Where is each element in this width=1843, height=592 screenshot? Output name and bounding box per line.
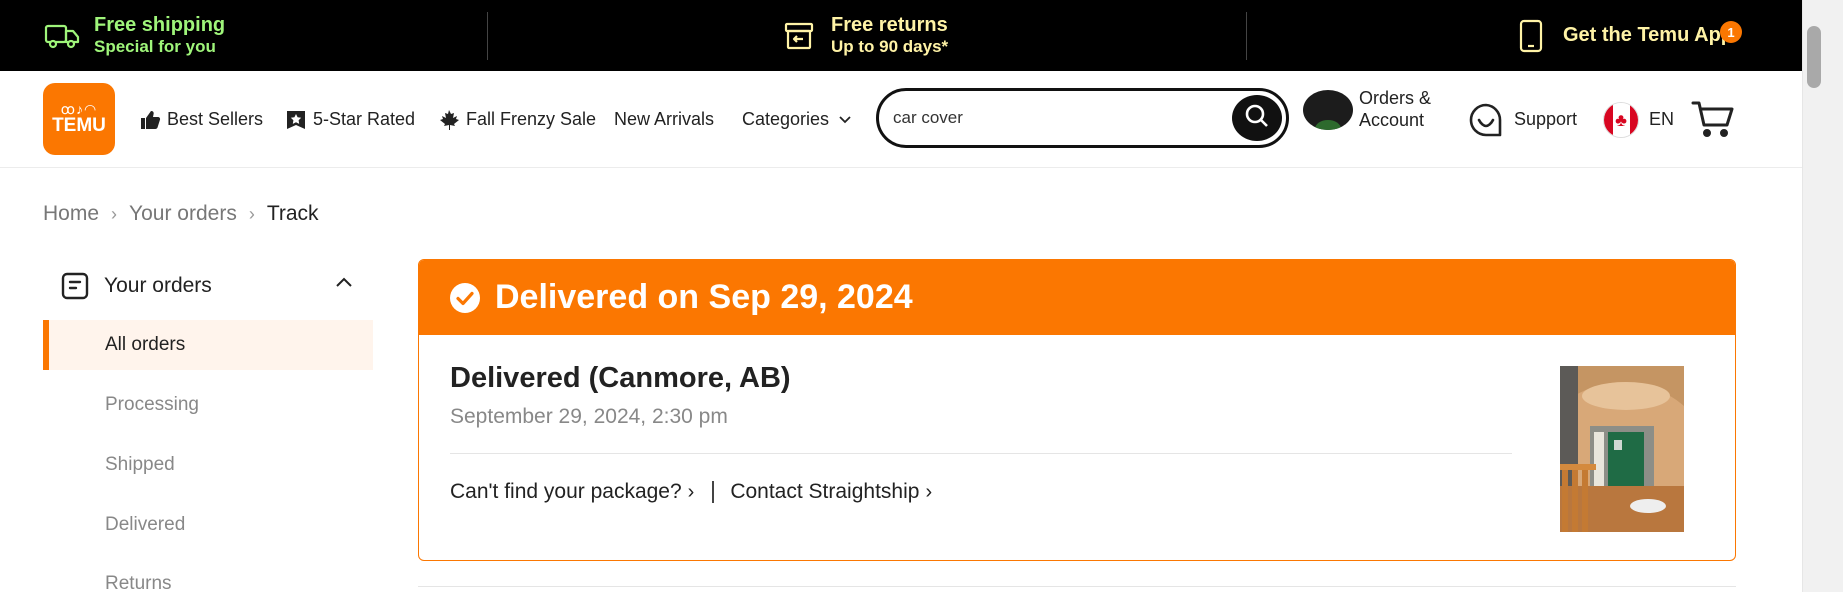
delivery-timestamp: September 29, 2024, 2:30 pm: [450, 405, 728, 428]
nav-best-sellers[interactable]: Best Sellers: [139, 71, 263, 168]
language-label: EN: [1649, 109, 1675, 129]
logo-word: TEMU: [52, 114, 106, 136]
cant-find-package-link[interactable]: Can't find your package? ›: [450, 480, 694, 504]
promo-bar: Free shipping Special for you Free retur…: [0, 0, 1802, 71]
truck-icon: [44, 18, 80, 54]
free-shipping-promo[interactable]: Free shipping Special for you: [44, 0, 225, 71]
link-separator: [712, 481, 715, 503]
sidebar-title: Your orders: [104, 274, 212, 297]
nav-five-star-label: 5-Star Rated: [313, 109, 416, 129]
get-app-promo[interactable]: Get the Temu App: [1513, 0, 1733, 71]
maple-leaf-icon: [438, 109, 460, 131]
delivery-help-links: Can't find your package? › Contact Straig…: [450, 480, 932, 504]
scrollbar-thumb[interactable]: [1807, 26, 1821, 88]
return-box-icon: [781, 18, 817, 54]
chevron-right-icon: ›: [925, 481, 933, 503]
chevron-up-icon: [336, 274, 352, 292]
your-orders-section-toggle[interactable]: Your orders: [60, 268, 360, 304]
sidebar-item-shipped[interactable]: Shipped: [43, 440, 373, 490]
orders-account-menu[interactable]: Orders & Account: [1303, 88, 1431, 131]
nav-best-sellers-label: Best Sellers: [167, 109, 264, 129]
support-label: Support: [1514, 109, 1578, 129]
nav-fall-frenzy-sale[interactable]: Fall Frenzy Sale: [438, 71, 596, 168]
promo-divider: [487, 12, 488, 60]
free-returns-title: Free returns: [831, 14, 948, 37]
contact-carrier-label: Contact Straightship: [730, 480, 920, 503]
site-header: ꝏ♪◠ TEMU Best Sellers 5-Star Rated Fall …: [0, 71, 1802, 168]
cant-find-package-label: Can't find your package?: [450, 480, 682, 503]
breadcrumb: Home › Your orders › Track: [43, 202, 319, 226]
cart-button[interactable]: [1690, 93, 1738, 141]
delivery-header: Delivered on Sep 29, 2024: [419, 260, 1735, 335]
free-shipping-subtitle: Special for you: [94, 37, 216, 57]
nav-new-arrivals[interactable]: New Arrivals: [614, 71, 714, 168]
sidebar-item-delivered[interactable]: Delivered: [43, 500, 373, 550]
logo-glyphs: ꝏ♪◠: [60, 100, 98, 117]
search-bar: [876, 88, 1289, 148]
orders-list-icon: [60, 271, 90, 301]
chevron-right-icon: ›: [687, 481, 695, 503]
delivery-tracking-card: Delivered on Sep 29, 2024 Delivered (Can…: [418, 259, 1736, 561]
contact-carrier-link[interactable]: Contact Straightship ›: [730, 480, 932, 504]
phone-icon: [1513, 18, 1549, 54]
search-input[interactable]: [893, 103, 1223, 133]
nav-categories[interactable]: Categories: [742, 71, 857, 168]
chevron-down-icon: [839, 115, 851, 124]
promo-divider: [1246, 12, 1247, 60]
account-label-line2: Account: [1359, 109, 1425, 130]
search-icon: [1244, 103, 1270, 134]
free-shipping-title: Free shipping: [94, 14, 226, 37]
breadcrumb-chevron-icon: ›: [248, 203, 255, 224]
nav-five-star-rated[interactable]: 5-Star Rated: [285, 71, 415, 168]
free-returns-promo[interactable]: Free returns Up to 90 days*: [781, 0, 948, 71]
thumbs-up-icon: [139, 109, 161, 131]
cart-count-badge: 1: [1720, 21, 1742, 43]
search-button[interactable]: [1232, 95, 1282, 141]
sidebar-item-processing[interactable]: Processing: [43, 380, 373, 430]
nav-fall-sale-label: Fall Frenzy Sale: [466, 109, 597, 129]
breadcrumb-home[interactable]: Home: [43, 202, 99, 226]
delivery-proof-photo[interactable]: [1560, 366, 1684, 532]
account-label-line1: Orders &: [1359, 88, 1432, 108]
delivery-status: Delivered (Canmore, AB): [450, 362, 791, 394]
canada-flag-icon: ♣: [1603, 101, 1639, 138]
breadcrumb-current: Track: [266, 202, 319, 225]
check-circle-icon: [449, 282, 481, 314]
get-app-title: Get the Temu App: [1563, 24, 1733, 46]
sidebar-item-all-orders[interactable]: All orders: [43, 320, 373, 370]
support-link[interactable]: Support: [1468, 71, 1577, 168]
free-returns-subtitle: Up to 90 days*: [831, 37, 949, 57]
language-selector[interactable]: ♣ EN: [1603, 71, 1674, 168]
temu-logo[interactable]: ꝏ♪◠ TEMU: [43, 83, 115, 155]
delivered-date-title: Delivered on Sep 29, 2024: [495, 278, 913, 316]
page-scrollbar[interactable]: [1802, 0, 1843, 592]
cart-icon: [1690, 101, 1738, 145]
avatar: [1303, 89, 1353, 130]
breadcrumb-your-orders[interactable]: Your orders: [129, 202, 237, 226]
sidebar-item-returns[interactable]: Returns: [43, 559, 373, 592]
star-badge-icon: [285, 109, 307, 131]
nav-new-arrivals-label: New Arrivals: [614, 109, 715, 129]
next-card-edge: [418, 586, 1736, 592]
breadcrumb-chevron-icon: ›: [111, 203, 118, 224]
divider: [450, 453, 1512, 454]
nav-categories-label: Categories: [742, 109, 830, 129]
support-chat-icon: [1468, 102, 1504, 138]
